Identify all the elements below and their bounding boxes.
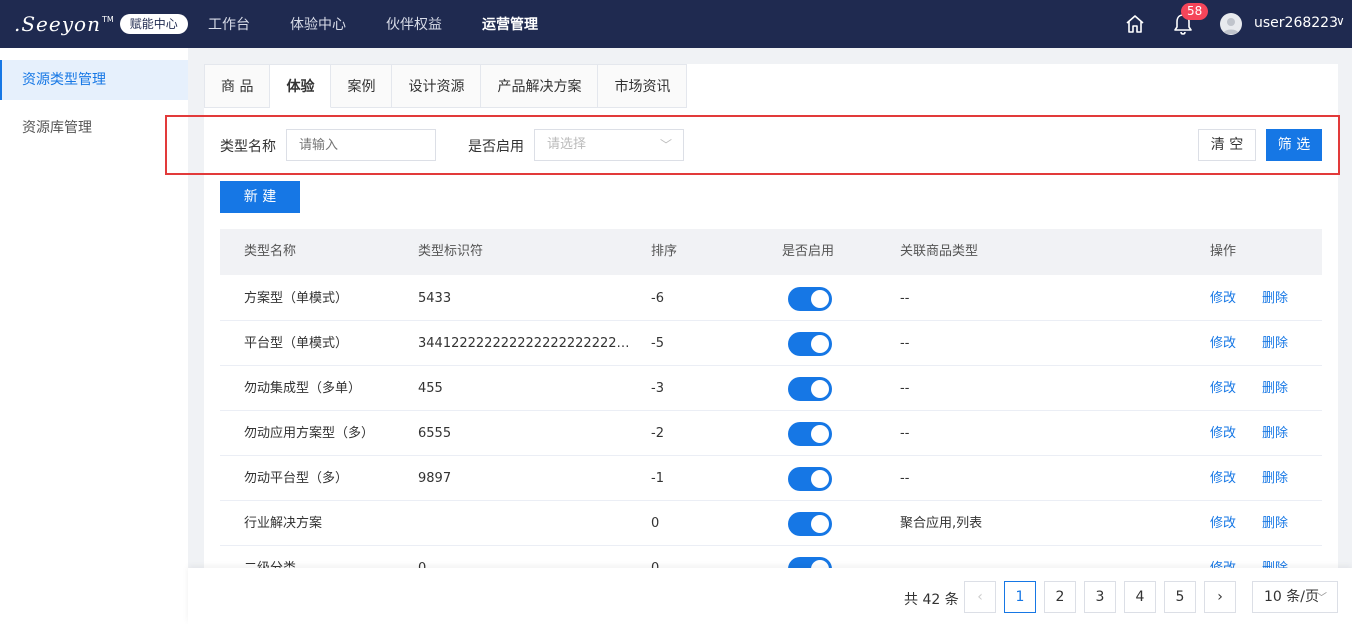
edit-link[interactable]: 修改: [1210, 321, 1236, 366]
enabled-toggle[interactable]: [788, 287, 832, 311]
table-row: 行业解决方案 0 聚合应用,列表 修改 删除: [220, 501, 1322, 546]
cell-type-name: 勿动平台型（多）: [244, 471, 349, 486]
username[interactable]: user268223: [1254, 15, 1338, 31]
category-tabs: 商 品 体验 案例 设计资源 产品解决方案 市场资讯: [204, 64, 688, 108]
tab-products[interactable]: 商 品: [204, 64, 271, 108]
cell-type-name: 勿动集成型（多单）: [244, 381, 362, 396]
delete-link[interactable]: 删除: [1262, 366, 1288, 411]
enabled-toggle[interactable]: [788, 332, 832, 356]
clear-button[interactable]: 清 空: [1198, 129, 1256, 161]
enabled-toggle[interactable]: [788, 512, 832, 536]
delete-link[interactable]: 删除: [1262, 411, 1288, 456]
enabled-toggle[interactable]: [788, 467, 832, 491]
cell-order: -6: [651, 291, 664, 306]
table-row: 方案型（单模式） 5433 -6 -- 修改 删除: [220, 276, 1322, 321]
sidebar-item-resource-type-management[interactable]: 资源类型管理: [0, 60, 188, 100]
home-icon[interactable]: [1124, 13, 1146, 35]
type-name-label: 类型名称: [220, 139, 276, 155]
type-name-input[interactable]: [286, 129, 436, 161]
cell-identifier: 455: [418, 381, 443, 396]
filter-button[interactable]: 筛 选: [1266, 129, 1322, 161]
user-menu-chevron-icon[interactable]: ∨: [1336, 14, 1345, 28]
table-row: 勿动应用方案型（多） 6555 -2 -- 修改 删除: [220, 411, 1322, 456]
cell-related-product-type: --: [900, 381, 910, 396]
cell-related-product-type: --: [900, 426, 910, 441]
delete-link[interactable]: 删除: [1262, 276, 1288, 321]
page-button-3[interactable]: 3: [1084, 581, 1116, 613]
cell-order: -2: [651, 426, 664, 441]
cell-type-name: 行业解决方案: [244, 516, 323, 531]
page-button-2[interactable]: 2: [1044, 581, 1076, 613]
notification-badge: 58: [1181, 3, 1209, 20]
cell-identifier: 5433: [418, 291, 452, 306]
user-avatar-icon: [1223, 18, 1239, 34]
top-navbar: .Seeyon TM 赋能中心 工作台 体验中心 伙伴权益 运营管理 58 us…: [0, 0, 1352, 48]
delete-link[interactable]: 删除: [1262, 321, 1288, 366]
cell-order: -3: [651, 381, 664, 396]
tab-cases[interactable]: 案例: [331, 64, 393, 108]
table-row: 勿动平台型（多） 9897 -1 -- 修改 删除: [220, 456, 1322, 501]
prev-page-button[interactable]: ‹: [964, 581, 996, 613]
table-row: 勿动集成型（多单） 455 -3 -- 修改 删除: [220, 366, 1322, 411]
nav-item-workbench[interactable]: 工作台: [208, 14, 250, 34]
sidebar-item-resource-library-management[interactable]: 资源库管理: [0, 108, 188, 148]
page-button-1[interactable]: 1: [1004, 581, 1036, 613]
nav-item-experience-center[interactable]: 体验中心: [290, 14, 346, 34]
cell-related-product-type: --: [900, 471, 910, 486]
edit-link[interactable]: 修改: [1210, 366, 1236, 411]
tab-design-resources[interactable]: 设计资源: [392, 64, 482, 108]
pagination-total: 共 42 条: [904, 592, 959, 608]
logo-text: .Seeyon: [14, 12, 101, 36]
main-nav: 工作台 体验中心 伙伴权益 运营管理: [208, 0, 578, 48]
enabled-toggle[interactable]: [788, 422, 832, 446]
table-header: 类型名称 类型标识符 排序 是否启用 关联商品类型 操作: [220, 229, 1322, 275]
nav-item-operations[interactable]: 运营管理: [482, 14, 538, 34]
logo-badge: 赋能中心: [119, 14, 188, 34]
cell-order: 0: [651, 516, 660, 531]
logo-trademark: TM: [101, 14, 114, 24]
nav-item-partner-benefits[interactable]: 伙伴权益: [386, 14, 442, 34]
cell-order: -5: [651, 336, 664, 351]
column-header-related-product-type: 关联商品类型: [900, 244, 979, 259]
cell-related-product-type: 聚合应用,列表: [900, 516, 983, 531]
cell-type-name: 勿动应用方案型（多）: [244, 426, 375, 441]
cell-related-product-type: --: [900, 336, 910, 351]
delete-link[interactable]: 删除: [1262, 456, 1288, 501]
tab-experience[interactable]: 体验: [270, 64, 332, 108]
tab-product-solutions[interactable]: 产品解决方案: [481, 64, 599, 108]
tab-market-news[interactable]: 市场资讯: [598, 64, 688, 108]
column-header-identifier: 类型标识符: [418, 244, 484, 259]
delete-link[interactable]: 删除: [1262, 501, 1288, 546]
column-header-type-name: 类型名称: [244, 244, 297, 259]
cell-type-name: 方案型（单模式）: [244, 291, 349, 306]
chevron-down-icon: ﹀: [660, 138, 673, 152]
column-header-order: 排序: [651, 244, 678, 259]
cell-identifier: 344122222222222222222222222222222: [418, 336, 630, 351]
new-button[interactable]: 新 建: [220, 181, 300, 213]
edit-link[interactable]: 修改: [1210, 276, 1236, 321]
enabled-label: 是否启用: [468, 139, 524, 155]
edit-link[interactable]: 修改: [1210, 501, 1236, 546]
avatar[interactable]: [1220, 13, 1242, 35]
column-header-actions: 操作: [1210, 244, 1237, 259]
page-button-5[interactable]: 5: [1164, 581, 1196, 613]
cell-type-name: 平台型（单模式）: [244, 336, 349, 351]
cell-identifier: 9897: [418, 471, 452, 486]
next-page-button[interactable]: ›: [1204, 581, 1236, 613]
page-button-4[interactable]: 4: [1124, 581, 1156, 613]
column-header-enabled: 是否启用: [782, 244, 835, 259]
cell-identifier: [418, 501, 630, 546]
table-row: 平台型（单模式） 3441222222222222222222222222222…: [220, 321, 1322, 366]
cell-order: -1: [651, 471, 664, 486]
chevron-down-icon: ﹀: [1316, 591, 1327, 604]
cell-related-product-type: --: [900, 291, 910, 306]
edit-link[interactable]: 修改: [1210, 456, 1236, 501]
edit-link[interactable]: 修改: [1210, 411, 1236, 456]
sidebar: 资源类型管理 资源库管理: [0, 48, 188, 624]
cell-identifier: 6555: [418, 426, 452, 441]
enabled-toggle[interactable]: [788, 377, 832, 401]
seeyon-logo[interactable]: .Seeyon TM 赋能中心: [14, 11, 188, 37]
